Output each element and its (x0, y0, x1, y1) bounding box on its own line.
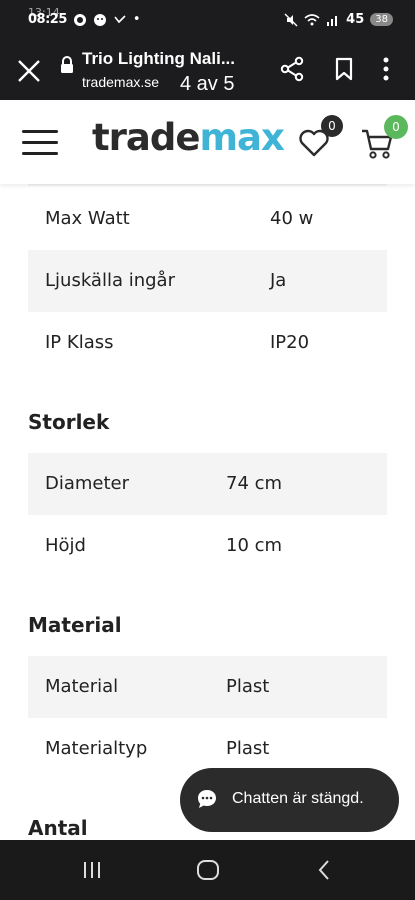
spec-value: IP20 (270, 332, 310, 353)
status-right: 45 38 (284, 12, 393, 27)
share-icon[interactable] (280, 56, 304, 82)
spec-key: Material (45, 676, 119, 697)
status-overlay-time: 13:14 (28, 6, 60, 19)
spec-key: Ljuskälla ingår (45, 270, 175, 291)
browser-toolbar: Trio Lighting Nali... trademax.se 4 av 5 (0, 40, 415, 100)
logo-trade-text: trade (92, 116, 200, 159)
spec-key: Diameter (45, 473, 130, 494)
notification-badge: 38 (370, 13, 393, 26)
hamburger-menu-icon[interactable] (22, 130, 58, 156)
spec-value: 74 cm (226, 473, 283, 494)
status-dot: • (132, 12, 141, 27)
status-bar: 08:25 13:14 • 45 38 (0, 0, 415, 40)
mute-icon (284, 13, 298, 26)
recent-apps-icon[interactable] (82, 860, 102, 880)
spec-key: Materialtyp (45, 738, 148, 759)
spec-key: Max Watt (45, 208, 130, 229)
site-header: trademax 0 0 (0, 100, 415, 184)
bookmark-icon[interactable] (334, 57, 354, 81)
chat-bubble-icon (198, 790, 216, 808)
trademax-logo[interactable]: trademax (92, 116, 285, 159)
github-icon (73, 13, 86, 26)
spec-row-hojd: Höjd 10 cm (28, 515, 387, 577)
spec-value: Plast (226, 738, 270, 759)
spec-value: Plast (226, 676, 270, 697)
spec-row-max-watt: Max Watt 40 w (28, 188, 387, 250)
home-icon[interactable] (196, 858, 220, 882)
section-title-material: Material (28, 613, 122, 637)
face-icon (93, 13, 106, 26)
spec-value: 40 w (270, 208, 314, 229)
missed-call-icon (114, 14, 126, 23)
cart-count-badge: 0 (384, 115, 408, 139)
section-title-storlek: Storlek (28, 410, 110, 434)
spec-key: IP Klass (45, 332, 114, 353)
spec-value: Ja (270, 270, 287, 291)
close-icon[interactable] (16, 58, 42, 84)
signal-icon (327, 15, 338, 26)
page-title: Trio Lighting Nali... (82, 49, 235, 68)
spec-row-material: Material Plast (28, 656, 387, 718)
spec-row-ip-klass: IP Klass IP20 (28, 312, 387, 374)
page-url[interactable]: trademax.se (82, 74, 159, 90)
spec-key: Höjd (45, 535, 86, 556)
product-specs: Max Watt 40 w Ljuskälla ingår Ja IP Klas… (0, 184, 415, 840)
chat-status-label: Chatten är stängd. (232, 790, 364, 807)
spec-row-diameter: Diameter 74 cm (28, 453, 387, 515)
back-icon[interactable] (316, 859, 332, 881)
section-title-antal: Antal (28, 816, 88, 840)
chat-button[interactable]: Chatten är stängd. (180, 768, 399, 832)
lock-icon (61, 56, 73, 73)
wishlist-count-badge: 0 (321, 115, 343, 137)
wifi-icon (304, 13, 320, 25)
system-nav-bar (0, 840, 415, 900)
battery-level: 45 (346, 12, 365, 27)
more-vertical-icon[interactable] (382, 56, 390, 82)
logo-max-text: max (199, 116, 284, 159)
page-counter: 4 av 5 (180, 73, 235, 95)
spec-value: 10 cm (226, 535, 283, 556)
spec-row (28, 184, 387, 186)
status-left: 08:25 13:14 • (28, 6, 141, 27)
spec-row-ljuskalla: Ljuskälla ingår Ja (28, 250, 387, 312)
